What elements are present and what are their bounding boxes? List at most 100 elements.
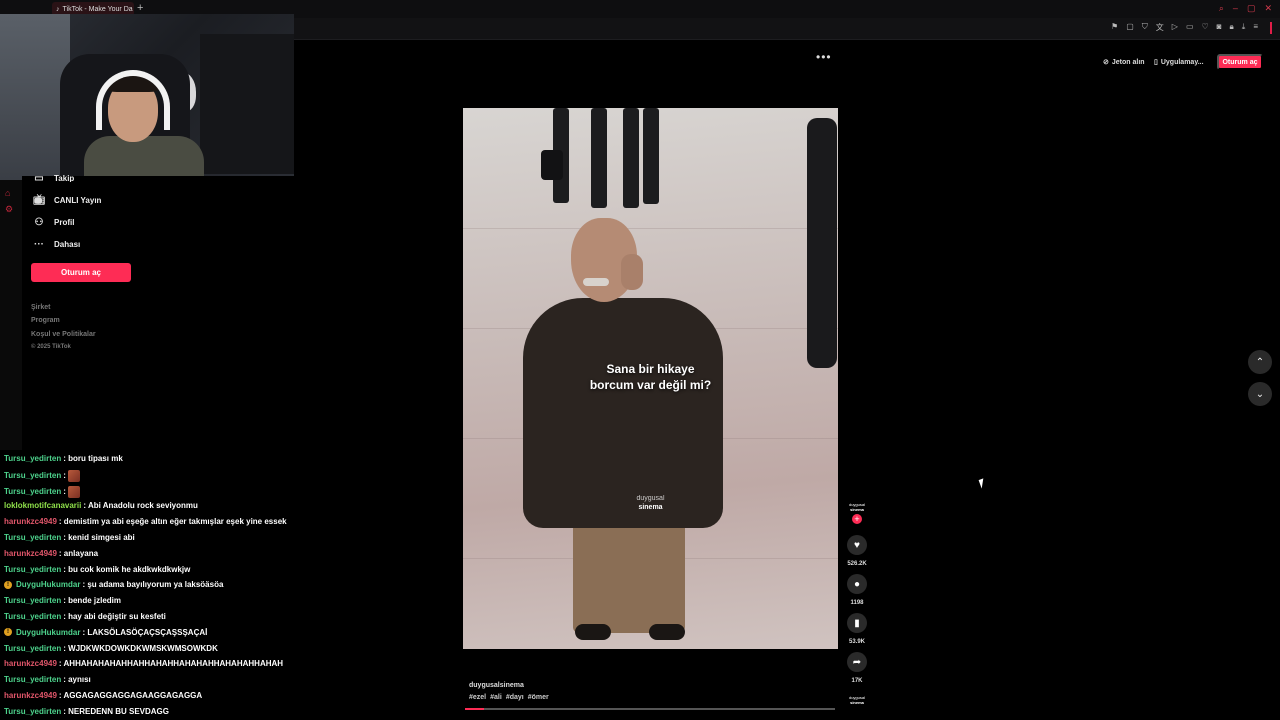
sidebar-item-live[interactable]: 📺︎ CANLI Yayın [32,195,102,206]
share-icon: ➦ [852,656,862,668]
chat-username[interactable]: harunkzc4949 [4,517,57,526]
chat-message: ! DuyguHukumdar: LAKSÖLASÖÇAÇSÇAŞSŞAÇAİ [4,628,207,637]
header-login-button[interactable]: Oturum aç [1217,54,1263,70]
subscriber-badge-icon: ! [4,580,12,589]
chat-message: loklokmotifcanavarii: Abi Anadolu rock s… [4,501,198,510]
chat-username[interactable]: Tursu_yedirten [4,644,61,653]
chat-message: harunkzc4949: AHHAHAHAHAHHAHHAHAHHAHAHAH… [4,659,283,668]
chat-text: : kenid simgesi abi [63,533,135,542]
chat-message: Tursu_yedirten: kenid simgesi abi [4,533,135,542]
tiktok-favicon-icon: ♪ [56,5,60,13]
chat-text: : bu cok komik he akdkwkdkwkjw [63,564,191,574]
save-count: 53.9K [848,639,865,645]
chat-text: : [63,471,66,481]
hashtag-link[interactable]: #ömer [528,694,549,701]
chat-text: : Abi Anadolu rock seviyonmu [83,501,198,511]
chat-username[interactable]: Tursu_yedirten [4,533,61,542]
player-icon[interactable]: ▷ [1172,22,1178,33]
tab-title: TikTok - Make Your Da [62,5,133,13]
sidebar-item-following[interactable]: ▭ Takip [32,174,74,182]
more-options-icon[interactable]: ••• [816,50,832,64]
video-progress-bar[interactable] [465,708,835,710]
bookmark-icon[interactable]: ⚑ [1111,22,1118,33]
chat-username[interactable]: Tursu_yedirten [4,596,61,605]
home-icon[interactable]: ⌂ [5,188,10,198]
chat-text: : aynısı [63,675,91,685]
chat-username[interactable]: harunkzc4949 [4,659,57,668]
music-disc[interactable]: duygusal sinema [846,695,868,705]
new-tab-icon[interactable]: + [137,2,143,14]
hashtag-link[interactable]: #ali [490,694,502,701]
chat-username[interactable]: DuyguHukumdar [16,628,80,637]
briefcase [541,150,563,180]
chat-message: Tursu_yedirten: aynısı [4,675,91,684]
phone-icon: ▯ [1154,59,1158,66]
chat-message: Tursu_yedirten: [4,485,80,498]
chat-username[interactable]: Tursu_yedirten [4,707,61,716]
chat-emote [67,485,80,498]
sidebar-login-button[interactable]: Oturum aç [31,263,131,282]
heart-icon[interactable]: ♡ [1202,22,1209,33]
share-button[interactable]: ➦ [847,652,867,672]
following-icon: ▭ [34,174,44,182]
save-button[interactable]: ▮ [847,613,867,633]
chat-username[interactable]: Tursu_yedirten [4,454,61,463]
chat-username[interactable]: Tursu_yedirten [4,471,61,480]
translate-icon[interactable]: 文 [1156,22,1164,33]
chat-message: Tursu_yedirten: hay abi değiştir su kesf… [4,612,166,621]
video-player[interactable]: Sana bir hikaye borcum var değil mi? duy… [463,108,838,649]
chevron-up-icon: ⌃ [1255,356,1265,368]
lock-icon[interactable]: 🔒︎ [1230,22,1234,33]
chat-username[interactable]: Tursu_yedirten [4,487,61,496]
more-icon: ··· [34,239,44,250]
footer-company-link[interactable]: Şirket [31,304,50,311]
like-button[interactable]: ♥ [847,535,867,555]
menu-icon[interactable]: ≡ [1253,22,1258,33]
phone-hand [621,254,643,290]
footer-program-link[interactable]: Program [31,317,60,324]
tabs-icon[interactable]: ▭ [1186,22,1194,33]
chat-message: harunkzc4949: demistim ya abi eşeğe altı… [4,517,287,526]
screenshot-icon[interactable]: ▢ [1126,22,1134,33]
sidebar-item-more[interactable]: ··· Dahası [32,239,80,250]
stream-chat: Tursu_yedirten: boru tipası mk Tursu_yedi… [0,452,300,720]
follow-plus-icon[interactable]: + [852,514,862,524]
chat-text: : bende jzledim [63,596,121,606]
hashtag-link[interactable]: #dayı [506,694,524,701]
download-icon[interactable]: ⤓ [1242,22,1246,33]
settings-icon[interactable]: ⚙ [5,204,13,215]
footer-terms-link[interactable]: Koşul ve Politikalar [31,331,96,338]
chat-username[interactable]: Tursu_yedirten [4,612,61,621]
chat-username[interactable]: Tursu_yedirten [4,565,61,574]
previous-video-button[interactable]: ⌃ [1248,350,1272,374]
comment-icon: ● [853,578,861,590]
creator-avatar[interactable]: duygusal sinema [846,502,868,512]
chat-username[interactable]: loklokmotifcanavarii [4,501,81,510]
chat-message: Tursu_yedirten: boru tipası mk [4,454,123,463]
shield-icon[interactable]: ⛉ [1142,22,1148,33]
chat-username[interactable]: Tursu_yedirten [4,675,61,684]
get-coins-button[interactable]: ⊘ Jeton alın [1103,55,1145,69]
chat-message: Tursu_yedirten: NEREDENN BU SEVDAGG [4,707,169,716]
maximize-icon[interactable]: ▢ [1247,3,1256,14]
chat-text: : şu adama bayılıyorum ya laksöäsöa [82,580,224,590]
webcam-overlay [0,14,294,180]
profile-icon: ⚇ [34,217,44,228]
window-controls: ⌕ – ▢ ✕ [1219,3,1272,14]
chat-text: : WJDKWKDOWKDKWMSKWMSOWKDK [63,643,218,653]
minimize-icon[interactable]: – [1233,3,1238,14]
chat-username[interactable]: harunkzc4949 [4,549,57,558]
sidebar-item-profile[interactable]: ⚇ Profil [32,217,75,228]
chat-username[interactable]: DuyguHukumdar [16,580,80,589]
hashtag-link[interactable]: #ezel [469,694,486,701]
comment-button[interactable]: ● [847,574,867,594]
get-app-button[interactable]: ▯ Uygulamay... [1154,55,1204,69]
close-window-icon[interactable]: ✕ [1264,3,1272,14]
chat-text: : boru tipası mk [63,454,123,463]
camera-icon[interactable]: ◙ [1217,22,1222,33]
chat-username[interactable]: harunkzc4949 [4,691,57,700]
video-author[interactable]: duygusalsinema [469,682,524,689]
coin-icon: ⊘ [1103,59,1109,66]
next-video-button[interactable]: ⌄ [1248,382,1272,406]
search-icon[interactable]: ⌕ [1219,3,1224,14]
